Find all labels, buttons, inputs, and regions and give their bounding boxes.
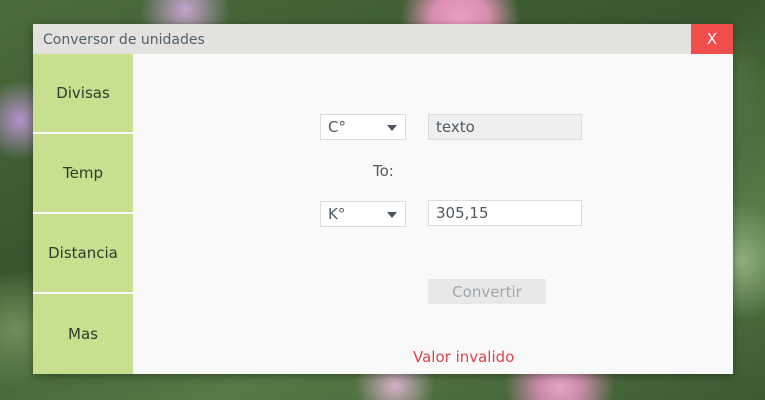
from-unit-select[interactable]: C° bbox=[320, 114, 406, 140]
input-value-field[interactable]: texto bbox=[428, 114, 582, 140]
window-title: Conversor de unidades bbox=[43, 32, 205, 48]
chevron-down-icon bbox=[387, 125, 397, 131]
output-value-text: 305,15 bbox=[436, 204, 489, 222]
input-value-text: texto bbox=[436, 118, 475, 136]
error-message: Valor invalido bbox=[413, 348, 515, 366]
to-label: To: bbox=[373, 162, 394, 180]
sidebar-item-temp[interactable]: Temp bbox=[33, 134, 133, 212]
chevron-down-icon bbox=[387, 212, 397, 218]
sidebar-item-label: Divisas bbox=[56, 84, 110, 102]
convert-button[interactable]: Convertir bbox=[428, 279, 546, 304]
main-content: C° texto To: K° 305,15 Convertir Valor i… bbox=[133, 54, 733, 374]
sidebar-item-label: Temp bbox=[63, 164, 103, 182]
output-value-field[interactable]: 305,15 bbox=[428, 200, 582, 226]
title-bar[interactable]: Conversor de unidades X bbox=[33, 24, 733, 54]
sidebar: Divisas Temp Distancia Mas bbox=[33, 54, 133, 374]
converter-window: Conversor de unidades X Divisas Temp Dis… bbox=[33, 24, 733, 374]
sidebar-item-label: Mas bbox=[68, 325, 98, 343]
to-unit-value: K° bbox=[328, 205, 346, 223]
sidebar-item-distancia[interactable]: Distancia bbox=[33, 214, 133, 292]
from-unit-value: C° bbox=[328, 118, 346, 136]
to-unit-select[interactable]: K° bbox=[320, 201, 406, 227]
sidebar-item-mas[interactable]: Mas bbox=[33, 294, 133, 374]
close-button[interactable]: X bbox=[691, 24, 733, 54]
sidebar-item-label: Distancia bbox=[48, 244, 118, 262]
sidebar-item-divisas[interactable]: Divisas bbox=[33, 54, 133, 132]
